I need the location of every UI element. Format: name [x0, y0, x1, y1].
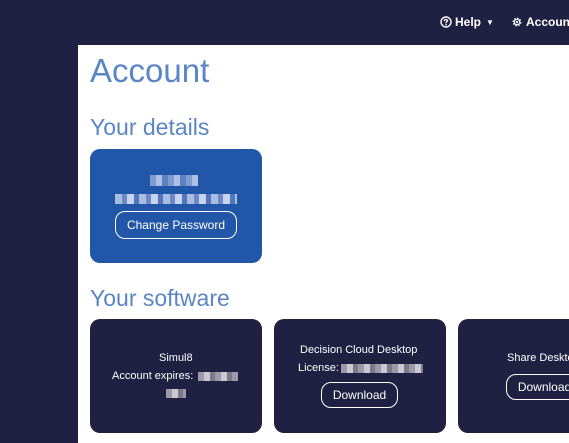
- page-title: Account: [90, 52, 210, 89]
- license-label: License:: [298, 362, 339, 374]
- help-label: Help: [455, 15, 482, 29]
- redacted-expiry-date: [198, 372, 238, 381]
- download-button[interactable]: Download: [321, 382, 398, 408]
- redacted-username: [150, 175, 198, 186]
- user-details-card: Change Password: [90, 149, 262, 263]
- redacted-expiry-date-cont: [166, 389, 186, 398]
- top-navbar: Help ▼ Account: [0, 0, 569, 45]
- question-circle-icon: [440, 16, 452, 28]
- redacted-license-key: [341, 364, 423, 373]
- software-name: Simul8: [159, 352, 193, 364]
- software-name: Share Desktop: [507, 352, 569, 364]
- account-menu[interactable]: Account: [511, 14, 569, 30]
- software-name: Decision Cloud Desktop: [300, 344, 418, 356]
- change-password-button[interactable]: Change Password: [115, 211, 237, 239]
- account-label: Account: [526, 15, 569, 29]
- your-software-heading: Your software: [90, 285, 230, 311]
- main-content: Account Your details Change Password You…: [78, 45, 569, 443]
- account-expires-label: Account expires:: [112, 370, 194, 382]
- software-card-decision-cloud-desktop: Decision Cloud Desktop License: Download: [274, 319, 446, 433]
- software-card-share-desktop: Share Desktop Download: [458, 319, 569, 433]
- download-button[interactable]: Download: [506, 374, 569, 400]
- help-menu[interactable]: Help ▼: [440, 14, 494, 30]
- software-card-simul8: Simul8 Account expires:: [90, 319, 262, 433]
- chevron-down-icon: ▼: [486, 17, 494, 27]
- your-details-heading: Your details: [90, 114, 210, 140]
- redacted-email: [115, 194, 237, 204]
- gear-icon: [512, 17, 522, 27]
